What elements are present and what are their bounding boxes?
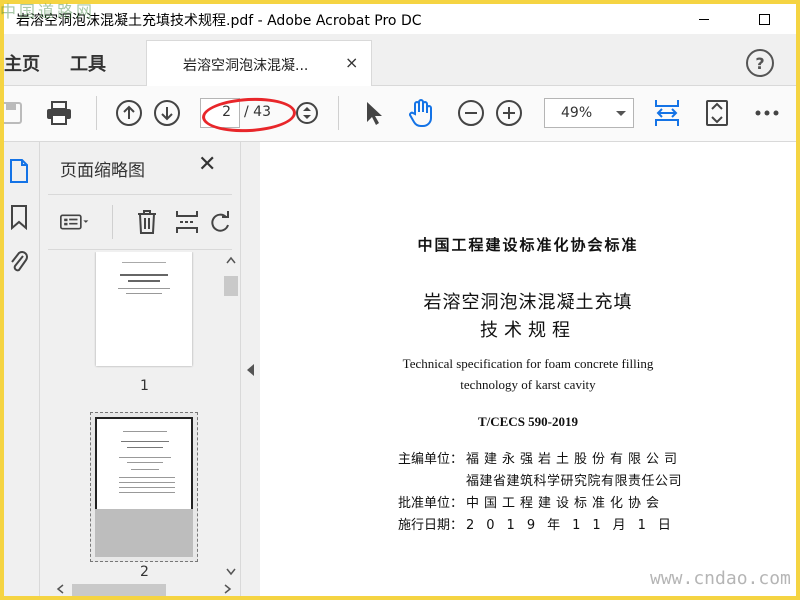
fit-width-icon[interactable] bbox=[652, 98, 682, 128]
chief-editor-2: 福建省建筑科学研究院有限责任公司 bbox=[466, 474, 683, 489]
chief-editor-row-2: 福建省建筑科学研究院有限责任公司 bbox=[466, 470, 682, 489]
scrollbar-thumb[interactable] bbox=[224, 276, 238, 296]
tab-document[interactable]: 岩溶空洞泡沫混凝... × bbox=[146, 40, 372, 86]
thumbnail-vertical-scrollbar[interactable] bbox=[222, 252, 240, 582]
close-tab-icon[interactable]: × bbox=[345, 53, 358, 72]
left-icon-strip bbox=[4, 142, 40, 596]
tab-home[interactable]: 主页 bbox=[4, 50, 40, 76]
chief-editor-label: 主编单位： bbox=[398, 452, 464, 467]
page-thumbnail-label: 2 bbox=[140, 564, 149, 580]
rotate-page-icon[interactable] bbox=[210, 207, 232, 237]
approval-unit: 中国工程建设标准化协会 bbox=[466, 496, 665, 511]
close-pane-icon[interactable]: ✕ bbox=[198, 152, 216, 177]
chevron-down-icon bbox=[616, 111, 626, 116]
scrollbar-thumb[interactable] bbox=[72, 584, 166, 596]
maximize-icon bbox=[758, 13, 770, 25]
page-thumbnail-overflow bbox=[95, 509, 193, 557]
document-title-line-1: 岩溶空洞泡沫混凝土充填 bbox=[423, 292, 633, 313]
delete-page-icon[interactable] bbox=[132, 207, 162, 237]
insert-page-icon[interactable] bbox=[172, 207, 202, 237]
toolbar: 2 / 43 49% bbox=[4, 86, 796, 142]
chief-editor-row: 主编单位： 福建永强岩土股份有限公司 bbox=[398, 448, 682, 467]
scroll-right-icon[interactable] bbox=[224, 584, 232, 594]
toolbar-divider bbox=[338, 96, 339, 130]
toolbar-divider bbox=[96, 96, 97, 130]
save-icon[interactable] bbox=[4, 98, 26, 128]
pane-toolbar-divider bbox=[112, 205, 113, 239]
hand-tool-icon[interactable] bbox=[406, 98, 436, 128]
pane-toolbar bbox=[48, 194, 232, 250]
english-title-line-1: Technical specification for foam concret… bbox=[402, 356, 654, 371]
maximize-button[interactable] bbox=[744, 4, 784, 34]
minimize-icon bbox=[699, 18, 709, 20]
zoom-value: 49% bbox=[561, 105, 593, 121]
next-page-icon[interactable] bbox=[152, 98, 182, 128]
watermark-logo-text: 中国道路网 bbox=[0, 2, 96, 21]
zoom-select[interactable]: 49% bbox=[544, 98, 634, 128]
thumbnail-options-icon[interactable] bbox=[60, 207, 90, 237]
page-stepper-icon[interactable] bbox=[292, 98, 322, 128]
document-tab-label: 岩溶空洞泡沫混凝... bbox=[183, 58, 309, 74]
page-thumbnail[interactable] bbox=[96, 252, 192, 366]
chevron-left-icon bbox=[247, 364, 254, 376]
approval-label: 批准单位： bbox=[398, 496, 464, 511]
effective-date-label: 施行日期： bbox=[398, 518, 464, 533]
scroll-down-icon[interactable] bbox=[226, 568, 236, 576]
help-button[interactable]: ? bbox=[746, 49, 774, 77]
document-title-line-2: 技术规程 bbox=[480, 320, 576, 341]
effective-date: 2019年11月1日 bbox=[466, 518, 683, 533]
watermark-url: www.cndao.com bbox=[650, 568, 791, 589]
chief-editor-1: 福建永强岩土股份有限公司 bbox=[466, 452, 683, 467]
page-thumbnails-pane: 页面缩略图 ✕ 1 2 bbox=[40, 142, 240, 596]
minimize-button[interactable] bbox=[684, 4, 724, 34]
english-title-line-2: technology of karst cavity bbox=[460, 377, 596, 392]
zoom-in-icon[interactable] bbox=[494, 98, 524, 128]
collapse-pane-handle[interactable] bbox=[240, 142, 260, 596]
effective-date-row: 施行日期： 2019年11月1日 bbox=[398, 514, 683, 533]
approval-row: 批准单位： 中国工程建设标准化协会 bbox=[398, 492, 664, 511]
page-thumbnail-selected[interactable] bbox=[90, 412, 198, 562]
scroll-up-icon[interactable] bbox=[226, 256, 236, 264]
page-thumbnail-label: 1 bbox=[140, 378, 149, 394]
print-icon[interactable] bbox=[44, 98, 74, 128]
page-thumbnails-icon[interactable] bbox=[4, 156, 34, 186]
more-options-icon[interactable] bbox=[752, 98, 782, 128]
select-arrow-icon[interactable] bbox=[358, 98, 388, 128]
tab-tools[interactable]: 工具 bbox=[70, 50, 106, 76]
scroll-left-icon[interactable] bbox=[56, 584, 64, 594]
title-bar: 岩溶空洞泡沫混凝土充填技术规程.pdf - Adobe Acrobat Pro … bbox=[4, 4, 796, 34]
full-screen-icon[interactable] bbox=[702, 98, 732, 128]
thumbnail-list: 1 2 bbox=[40, 252, 222, 582]
acrobat-window: 岩溶空洞泡沫混凝土充填技术规程.pdf - Adobe Acrobat Pro … bbox=[4, 4, 796, 596]
pane-title: 页面缩略图 bbox=[60, 161, 145, 181]
attachment-icon[interactable] bbox=[4, 246, 34, 276]
standard-organization: 中国工程建设标准化协会标准 bbox=[417, 236, 639, 254]
zoom-out-icon[interactable] bbox=[456, 98, 486, 128]
standard-code: T/CECS 590-2019 bbox=[477, 414, 579, 429]
tab-bar: 主页 工具 岩溶空洞泡沫混凝... × ? bbox=[4, 40, 796, 86]
thumbnail-horizontal-scrollbar[interactable] bbox=[48, 582, 240, 596]
previous-page-icon[interactable] bbox=[114, 98, 144, 128]
bookmark-icon[interactable] bbox=[4, 202, 34, 232]
document-page: 中国工程建设标准化协会标准 岩溶空洞泡沫混凝土充填 技术规程 Technical… bbox=[260, 142, 796, 596]
